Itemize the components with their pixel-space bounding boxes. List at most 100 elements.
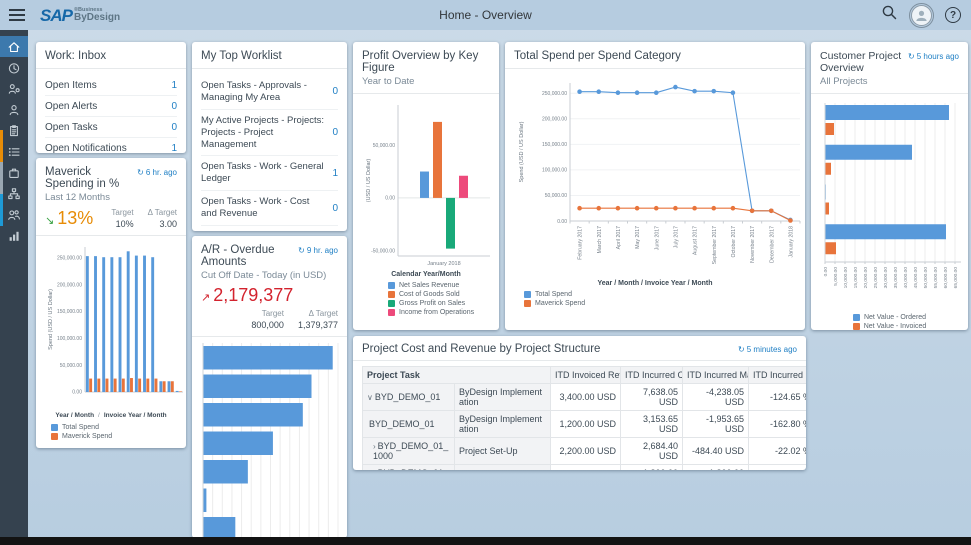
- worklist-item[interactable]: Active (Unlimited Validity) - Job Defini…: [201, 226, 338, 231]
- legend-item: Income from Operations: [388, 309, 490, 316]
- item-label: My Active Projects - Projects: Projects …: [201, 115, 326, 151]
- sidebar-item-clipboard[interactable]: [0, 120, 28, 141]
- svg-text:55,000.00: 55,000.00: [933, 267, 939, 289]
- item-label: Open Alerts: [45, 101, 97, 112]
- total-spend-chart: 0.0050,000.00100,000.00150,000.00200,000…: [514, 75, 796, 279]
- svg-text:0.00: 0.00: [72, 390, 82, 396]
- table-row[interactable]: ›BYD_DEMO_01_1000Project Set-Up2,200.00 …: [363, 438, 807, 465]
- col-header-measure[interactable]: ITD Incurred Cost: [621, 367, 683, 384]
- sidebar-item-history[interactable]: [0, 57, 28, 78]
- card-total-spend: Total Spend per Spend Category 0.0050,00…: [505, 42, 805, 330]
- search-icon[interactable]: [881, 4, 898, 26]
- trend-up-icon: ↗: [201, 291, 210, 304]
- sidebar-item-user-settings[interactable]: [0, 78, 28, 99]
- worklist-item[interactable]: My Active Projects - Projects: Projects …: [201, 110, 338, 157]
- svg-text:November 2017: November 2017: [750, 226, 756, 263]
- expander-icon[interactable]: ›: [373, 442, 376, 451]
- refresh-indicator[interactable]: 9 hr. ago: [298, 246, 338, 255]
- item-count: 0: [171, 101, 177, 112]
- svg-text:15,000.00: 15,000.00: [853, 267, 859, 289]
- sidebar-item-analytics[interactable]: [0, 225, 28, 246]
- sidebar-item-people[interactable]: [0, 204, 28, 225]
- svg-text:August 2017: August 2017: [693, 226, 699, 255]
- refresh-indicator[interactable]: 5 minutes ago: [738, 345, 797, 354]
- card-title[interactable]: Customer Project Overview: [820, 50, 908, 74]
- card-title[interactable]: My Top Worklist: [201, 50, 282, 62]
- cell-description: ByDesign Implementation: [455, 411, 551, 438]
- help-icon[interactable]: ?: [945, 7, 961, 23]
- cell-invoiced-revenue: 2,200.00 USD: [551, 438, 621, 465]
- svg-text:50,000.00: 50,000.00: [923, 267, 929, 289]
- target-value: 800,000: [251, 320, 284, 330]
- svg-text:January 2018: January 2018: [788, 226, 794, 258]
- svg-text:100,000.00: 100,000.00: [57, 336, 82, 342]
- col-header-measure[interactable]: ITD Incurred Margin %: [749, 367, 806, 384]
- col-header-project-task[interactable]: Project Task: [363, 367, 551, 384]
- expander-icon[interactable]: ›: [373, 469, 376, 470]
- table-row[interactable]: ›BYD_DEMO_01_3000Realization1,800.00 USD…: [363, 465, 807, 471]
- sidebar-item-home[interactable]: [0, 36, 28, 57]
- svg-text:50,000.00: 50,000.00: [373, 143, 395, 149]
- table-row[interactable]: ∨BYD_DEMO_01ByDesign Implementation3,400…: [363, 384, 807, 411]
- expander-icon[interactable]: ∨: [367, 393, 373, 402]
- cell-invoiced-revenue: 3,400.00 USD: [551, 384, 621, 411]
- logo-bydesign-text: ByDesign: [74, 13, 120, 23]
- svg-text:65,000.00: 65,000.00: [953, 267, 959, 289]
- cell-invoiced-revenue: 1,200.00 USD: [551, 411, 621, 438]
- card-maverick-spending: Maverick Spending in % 6 hr. ago Last 12…: [36, 158, 186, 448]
- svg-text:250,000.00: 250,000.00: [542, 91, 567, 97]
- inbox-item[interactable]: Open Notifications1: [45, 138, 177, 153]
- item-label: Open Tasks - Work - Cost and Revenue: [201, 196, 326, 220]
- item-count: 1: [171, 143, 177, 154]
- card-title[interactable]: A/R - Overdue Amounts: [201, 244, 298, 268]
- inbox-item[interactable]: Open Alerts 0: [45, 96, 177, 117]
- inbox-item[interactable]: Open Tasks0: [45, 117, 177, 138]
- col-header-measure[interactable]: ITD Incurred Margin: [683, 367, 749, 384]
- svg-text:20,000.00: 20,000.00: [863, 267, 869, 289]
- kpi-value[interactable]: ↘ 13%: [45, 208, 93, 229]
- legend-item: Net Value - Invoiced: [820, 323, 959, 330]
- card-customer-project-overview: Customer Project Overview 5 hours ago Al…: [811, 42, 968, 330]
- card-title[interactable]: Maverick Spending in %: [45, 166, 137, 190]
- kpi-value[interactable]: ↗ 2,179,377: [201, 285, 338, 306]
- project-table: Project TaskITD Invoiced RevenueITD Incu…: [362, 366, 806, 470]
- legend-item: Net Value - Ordered: [820, 314, 959, 321]
- inbox-item[interactable]: Open Items1: [45, 75, 177, 96]
- svg-text:35,000.00: 35,000.00: [893, 267, 899, 289]
- cell-incurred-margin-pct: -22.02 %: [749, 438, 806, 465]
- card-work-inbox: Work: Inbox Open Items1Open Alerts0Open …: [36, 42, 186, 153]
- sidebar-item-worklist[interactable]: [0, 141, 28, 162]
- worklist-item[interactable]: Open Tasks - Approvals - Managing My Are…: [201, 75, 338, 110]
- legend-item: Total Spend: [51, 424, 177, 431]
- card-title[interactable]: Profit Overview by Key Figure: [362, 50, 490, 74]
- refresh-indicator[interactable]: 6 hr. ago: [137, 168, 177, 177]
- sidebar-item-briefcase[interactable]: [0, 162, 28, 183]
- sidebar-item-contacts[interactable]: [0, 99, 28, 120]
- target-label: Target: [111, 208, 133, 217]
- svg-text:September 2017: September 2017: [712, 226, 718, 264]
- legend-item: Total Spend: [524, 291, 796, 298]
- contacts-icon: [7, 103, 21, 117]
- refresh-icon: [908, 52, 917, 61]
- sidebar-item-org-chart[interactable]: [0, 183, 28, 204]
- card-title[interactable]: Total Spend per Spend Category: [514, 50, 681, 62]
- sidebar-nav: [0, 30, 28, 537]
- cell-incurred-margin-pct: 0.00 %: [749, 465, 806, 471]
- card-title[interactable]: Work: Inbox: [45, 50, 106, 62]
- nav-section-indicator-orange: [0, 130, 3, 162]
- user-avatar[interactable]: [911, 5, 932, 26]
- col-header-measure[interactable]: ITD Invoiced Revenue: [551, 367, 621, 384]
- worklist-item[interactable]: Open Tasks - Work - Cost and Revenue0: [201, 191, 338, 226]
- delta-target-value: 1,379,377: [298, 320, 338, 330]
- menu-icon[interactable]: [2, 0, 32, 30]
- delta-target-label: Δ Target: [298, 309, 338, 318]
- svg-text:10,000.00: 10,000.00: [843, 267, 849, 289]
- worklist-item[interactable]: Open Tasks - Work - General Ledger1: [201, 156, 338, 191]
- refresh-icon: [137, 168, 146, 177]
- refresh-indicator[interactable]: 5 hours ago: [908, 52, 959, 61]
- card-title[interactable]: Project Cost and Revenue by Project Stru…: [362, 343, 600, 355]
- svg-text:(USD / US Dollar): (USD / US Dollar): [366, 159, 372, 203]
- customer-projects-chart: 0.005,000.0010,000.0015,000.0020,000.002…: [820, 100, 959, 310]
- chart-legend: Net Value - Ordered Net Value - Invoiced: [820, 314, 959, 330]
- table-row[interactable]: BYD_DEMO_01ByDesign Implementation1,200.…: [363, 411, 807, 438]
